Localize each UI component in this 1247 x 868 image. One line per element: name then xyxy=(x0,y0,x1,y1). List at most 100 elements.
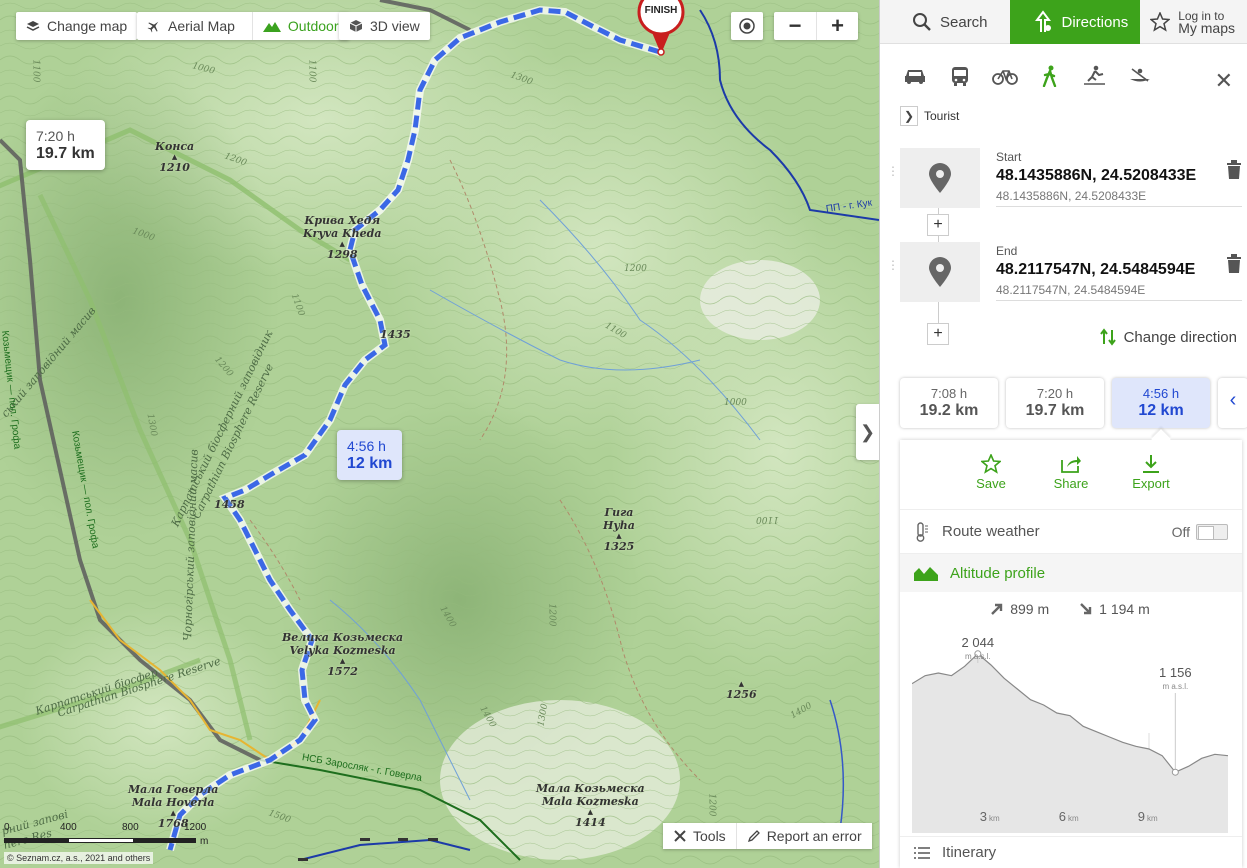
scale-label: 400 xyxy=(60,822,77,833)
route-alternative-selected[interactable]: 4:56 h 12 km xyxy=(1112,378,1210,428)
peak-label: Гига Hyha ▲ 1325 xyxy=(603,506,635,553)
route-bubble-selected[interactable]: 4:56 h 12 km xyxy=(337,430,403,480)
annotation-unit: m a.s.l. xyxy=(1162,682,1188,691)
x-tick-unit: km xyxy=(1147,814,1158,823)
mode-walk[interactable] xyxy=(1037,63,1063,89)
airplane-icon xyxy=(147,21,159,33)
delete-start-button[interactable] xyxy=(1226,160,1242,185)
route-profile-select[interactable]: ❯ Tourist xyxy=(900,106,959,126)
close-panel-button[interactable]: ✕ xyxy=(1215,68,1233,94)
altitude-profile-plot[interactable]: 2 044m a.s.l.1 156m a.s.l.3 km 6 km 9 km xyxy=(912,593,1228,837)
add-waypoint-button[interactable]: + xyxy=(927,323,949,345)
x-tick-unit: km xyxy=(1068,814,1079,823)
peak-label: Конса ▲ 1210 xyxy=(155,140,195,174)
thermometer-icon xyxy=(916,521,928,542)
mode-bike[interactable] xyxy=(992,63,1018,89)
finish-marker[interactable]: FINISH xyxy=(637,0,685,56)
share-button[interactable]: Share xyxy=(1051,454,1091,509)
mountain-icon xyxy=(914,567,938,581)
route-alternative[interactable]: 7:08 h 19.2 km xyxy=(900,378,998,428)
waypoint-thumbnail[interactable] xyxy=(900,242,980,302)
mode-bus[interactable] xyxy=(947,63,973,89)
itinerary-button[interactable]: Itinerary xyxy=(900,836,1242,868)
contour-label: 1200 xyxy=(706,793,717,817)
start-input[interactable]: 48.1435886N, 24.5208433E xyxy=(996,167,1196,185)
mountain-icon xyxy=(262,22,281,32)
waypoint-label: Start xyxy=(996,150,1022,164)
x-tick-label: 3 xyxy=(980,809,987,824)
outdoor-map-button[interactable]: Outdoor xyxy=(251,12,349,40)
tools-button[interactable]: Tools xyxy=(663,823,736,849)
profile-area xyxy=(912,653,1228,833)
3d-view-button[interactable]: 3D view xyxy=(339,12,430,40)
tools-icon xyxy=(674,830,686,842)
chevron-left-icon: ‹ xyxy=(1229,389,1237,411)
x-tick-unit: km xyxy=(989,814,1000,823)
add-waypoint-button[interactable]: + xyxy=(927,214,949,236)
contour-label: 1100 xyxy=(306,59,317,83)
route-alternative[interactable]: 7:20 h 19.7 km xyxy=(1006,378,1104,428)
weather-toggle[interactable]: Off xyxy=(1172,523,1228,540)
x-tick-label: 9 xyxy=(1138,809,1145,824)
zoom-in-button[interactable]: + xyxy=(816,12,858,40)
transport-modes xyxy=(880,44,1247,108)
star-icon xyxy=(1150,12,1171,32)
tab-login[interactable]: Log in to My maps xyxy=(1140,0,1247,44)
map-tools-bar: Tools Report an error xyxy=(663,823,872,849)
layers-icon xyxy=(26,21,40,31)
route-alternatives: 7:08 h 19.2 km 7:20 h 19.7 km 4:56 h 12 km … xyxy=(900,378,1247,428)
share-icon xyxy=(1061,456,1081,473)
route-actions: Save Share Export xyxy=(900,440,1242,510)
bus-icon xyxy=(952,67,968,86)
annotation-value: 2 044 xyxy=(962,635,995,650)
mode-ski[interactable] xyxy=(1082,63,1108,89)
waypoint-start: ⋮⋮ Start 48.1435886N, 24.5208433E 48.143… xyxy=(887,148,1242,208)
directions-panel: Search Directions Log in to My maps ✕ ❯ … xyxy=(879,0,1247,868)
change-direction-button[interactable]: Change direction xyxy=(1099,328,1237,346)
location-pin-icon xyxy=(929,163,951,193)
canoe-icon xyxy=(1130,68,1150,82)
copyright-text: © Seznam.cz, a.s., 2021 and others xyxy=(4,852,154,864)
search-icon xyxy=(913,13,931,31)
my-location-button[interactable] xyxy=(731,12,763,40)
mode-boat[interactable] xyxy=(1127,63,1153,89)
altitude-profile-header[interactable]: Altitude profile xyxy=(900,554,1242,592)
x-tick-label: 6 xyxy=(1059,809,1066,824)
finish-label: FINISH xyxy=(644,5,678,16)
route-details: Save Share Export Route weather Off Alti… xyxy=(900,440,1242,868)
peak-label: Крива Хедя Kryva Kheda ▲ 1298 xyxy=(303,214,382,261)
toggle-switch[interactable] xyxy=(1196,523,1228,540)
zoom-out-button[interactable]: − xyxy=(774,12,816,40)
map-canvas[interactable]: Карпатський біосферний заповідник Carpat… xyxy=(0,0,879,868)
contour-label: 1100 xyxy=(30,59,41,83)
star-icon xyxy=(981,454,1001,474)
mode-car[interactable] xyxy=(902,63,928,89)
panel-toggle-button[interactable]: ❯ xyxy=(856,404,879,460)
contour-label: 1100 xyxy=(756,514,779,524)
contour-label: 1200 xyxy=(546,603,557,627)
ski-icon xyxy=(1084,65,1105,85)
alternatives-prev-button[interactable]: ‹ xyxy=(1218,378,1247,428)
tab-search[interactable]: Search xyxy=(880,0,1010,44)
end-input[interactable]: 48.2117547N, 24.5484594E xyxy=(996,261,1195,279)
export-button[interactable]: Export xyxy=(1131,454,1171,509)
scale-label: 0 xyxy=(4,822,10,833)
delete-end-button[interactable] xyxy=(1226,254,1242,279)
car-icon xyxy=(905,70,925,84)
route-bubble-alt[interactable]: 7:20 h 19.7 km xyxy=(26,120,105,170)
tab-directions[interactable]: Directions xyxy=(1009,0,1141,44)
save-button[interactable]: Save xyxy=(971,454,1011,509)
cube-icon xyxy=(349,20,363,32)
scale-unit: m xyxy=(200,836,209,847)
waypoint-sub: 48.1435886N, 24.5208433E xyxy=(996,189,1147,203)
location-target-icon xyxy=(739,18,755,34)
zoom-controls: − + xyxy=(774,12,858,40)
swap-icon xyxy=(1099,328,1116,346)
chevron-right-icon: ❯ xyxy=(900,106,918,126)
aerial-map-button[interactable]: Aerial Map xyxy=(137,12,245,40)
report-error-button[interactable]: Report an error xyxy=(735,823,872,849)
waypoint-sub: 48.2117547N, 24.5484594E xyxy=(996,283,1146,297)
change-map-button[interactable]: Change map xyxy=(16,12,138,40)
waypoint-thumbnail[interactable] xyxy=(900,148,980,208)
peak-label: ▲ 1256 xyxy=(726,679,757,702)
